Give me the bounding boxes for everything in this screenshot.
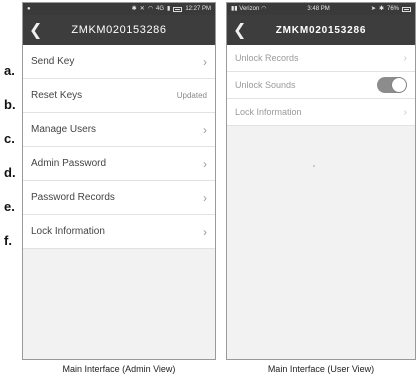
menu-item-label: Manage Users xyxy=(31,124,97,135)
menu-item-admin-password[interactable]: Admin Password › xyxy=(23,147,215,181)
menu-item-lock-information[interactable]: Lock Information › xyxy=(227,99,415,126)
carrier-name: Verizon xyxy=(239,6,260,12)
chevron-right-icon: › xyxy=(203,54,207,69)
menu-item-unlock-sounds: Unlock Sounds xyxy=(227,72,415,99)
location-icon: ➤ xyxy=(370,6,376,12)
letter-a: a. xyxy=(4,63,15,78)
menu-item-label: Password Records xyxy=(31,192,115,203)
user-caption: Main Interface (User View) xyxy=(267,364,375,374)
admin-phone-screen: ● ✱ ✕ ◠ 4G ▮ 12:27 PM ❮ ZMKM020153286 Se… xyxy=(22,2,216,360)
letter-f: f. xyxy=(4,233,12,248)
page-title: ZMKM020153286 xyxy=(275,24,367,36)
circle-icon: ● xyxy=(27,6,31,12)
menu-item-reset-keys[interactable]: Reset Keys Updated xyxy=(23,79,215,113)
battery-icon xyxy=(173,6,183,12)
status-indicators: ✱ ✕ ◠ 4G ▮ 12:27 PM xyxy=(132,3,211,15)
admin-menu-list: Send Key › Reset Keys Updated Manage Use… xyxy=(23,45,215,249)
menu-item-label: Send Key xyxy=(31,56,75,67)
chevron-right-icon: › xyxy=(403,52,407,64)
menu-item-label: Lock Information xyxy=(235,107,302,117)
user-phone-screen: ▮▮ Verizon ◠ 3:48 PM ➤ ✱ 76% ❮ ZMKM02015… xyxy=(226,2,416,360)
wifi-icon: ◠ xyxy=(260,6,267,12)
chevron-right-icon: › xyxy=(203,190,207,205)
status-bar: ▮▮ Verizon ◠ 3:48 PM ➤ ✱ 76% xyxy=(227,3,415,15)
status-time: 3:48 PM xyxy=(307,6,330,12)
page-title: ZMKM020153286 xyxy=(71,24,167,36)
menu-item-label: Unlock Records xyxy=(235,53,299,63)
bluetooth-icon: ✱ xyxy=(131,6,137,12)
nav-bar: ❮ ZMKM020153286 xyxy=(23,15,215,45)
user-menu-list: Unlock Records › Unlock Sounds Lock Info… xyxy=(227,45,415,126)
status-badge: Updated xyxy=(176,91,207,100)
signal-icon: ▮▮ xyxy=(231,6,238,12)
wifi-icon: ◠ xyxy=(147,6,153,12)
menu-item-label: Unlock Sounds xyxy=(235,80,296,90)
menu-item-password-records[interactable]: Password Records › xyxy=(23,181,215,215)
menu-item-manage-users[interactable]: Manage Users › xyxy=(23,113,215,147)
mute-icon: ✕ xyxy=(139,6,145,12)
admin-caption: Main Interface (Admin View) xyxy=(62,364,176,374)
signal-icon: ▮ xyxy=(167,6,171,12)
chevron-right-icon: › xyxy=(203,156,207,171)
letter-e: e. xyxy=(4,199,15,214)
battery-percent: 76% xyxy=(386,6,399,12)
menu-item-send-key[interactable]: Send Key › xyxy=(23,45,215,79)
back-chevron-icon[interactable]: ❮ xyxy=(29,15,42,45)
menu-item-lock-information[interactable]: Lock Information › xyxy=(23,215,215,249)
battery-icon xyxy=(402,6,411,12)
letter-c: c. xyxy=(4,131,15,146)
network-type: 4G xyxy=(155,6,164,12)
decorative-dot xyxy=(313,165,315,167)
chevron-right-icon: › xyxy=(403,106,407,118)
chevron-right-icon: › xyxy=(203,224,207,239)
menu-item-unlock-records[interactable]: Unlock Records › xyxy=(227,45,415,72)
status-indicators: ➤ ✱ 76% xyxy=(371,3,411,15)
nav-bar: ❮ ZMKM020153286 xyxy=(227,15,415,45)
status-bar: ● ✱ ✕ ◠ 4G ▮ 12:27 PM xyxy=(23,3,215,15)
status-time: 12:27 PM xyxy=(185,6,211,12)
letter-d: d. xyxy=(4,165,16,180)
carrier: ▮▮ Verizon ◠ xyxy=(231,3,266,15)
letter-b: b. xyxy=(4,97,16,112)
unlock-sounds-toggle[interactable] xyxy=(377,77,407,93)
menu-item-label: Lock Information xyxy=(31,226,105,237)
menu-item-label: Admin Password xyxy=(31,158,107,169)
back-chevron-icon[interactable]: ❮ xyxy=(233,15,246,45)
bluetooth-icon: ✱ xyxy=(378,6,384,12)
figure: a. b. c. d. e. f. ● ✱ ✕ ◠ 4G ▮ 12:27 PM … xyxy=(0,0,419,377)
menu-item-label: Reset Keys xyxy=(31,90,83,101)
toggle-knob xyxy=(392,78,406,92)
chevron-right-icon: › xyxy=(203,122,207,137)
